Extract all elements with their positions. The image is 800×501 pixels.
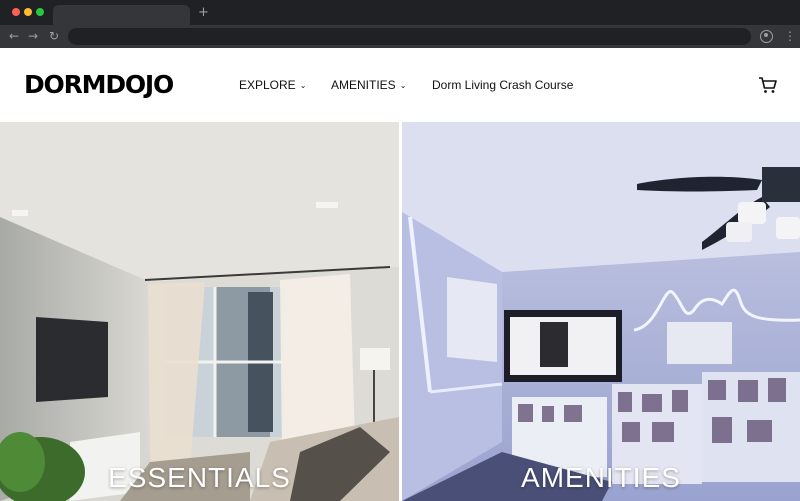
nav-dorm-living-crash-course[interactable]: Dorm Living Crash Course — [432, 77, 573, 93]
essentials-panel[interactable]: ESSENTIALS — [0, 122, 399, 501]
reload-icon[interactable]: ↻ — [49, 28, 59, 44]
browser-tab-strip: + — [0, 0, 800, 25]
browser-menu-icon[interactable]: ⋮ — [784, 28, 796, 44]
nav-explore[interactable]: EXPLORE ⌄ — [239, 77, 306, 94]
amenities-panel[interactable]: AMENITIES — [402, 122, 800, 501]
browser-toolbar: ← → ↻ ⋮ — [0, 25, 800, 48]
nav-explore-label: EXPLORE — [239, 78, 296, 92]
cart-icon[interactable] — [758, 76, 778, 94]
chevron-down-icon: ⌄ — [299, 81, 307, 90]
new-tab-button[interactable]: + — [198, 5, 209, 21]
close-window-button[interactable] — [12, 8, 20, 16]
browser-tab[interactable] — [53, 5, 190, 25]
chevron-down-icon: ⌄ — [399, 81, 407, 90]
site-logo[interactable]: DORMDOJO — [24, 70, 174, 100]
profile-icon[interactable] — [760, 30, 773, 43]
essentials-label: ESSENTIALS — [108, 462, 291, 493]
address-bar[interactable] — [68, 28, 751, 45]
site-header: DORMDOJO EXPLORE ⌄ AMENITIES ⌄ Dorm Living… — [0, 48, 800, 122]
forward-arrow-icon[interactable]: → — [28, 28, 38, 44]
minimize-window-button[interactable] — [24, 8, 32, 16]
nav-course-label: Dorm Living Crash Course — [432, 78, 574, 92]
living-room-photo — [0, 122, 399, 501]
dorm-room-photo — [402, 122, 800, 501]
nav-amenities[interactable]: AMENITIES ⌄ — [331, 77, 406, 94]
nav-amenities-label: AMENITIES — [331, 78, 396, 92]
amenities-label: AMENITIES — [521, 462, 681, 493]
maximize-window-button[interactable] — [36, 8, 44, 16]
back-arrow-icon[interactable]: ← — [9, 28, 19, 44]
